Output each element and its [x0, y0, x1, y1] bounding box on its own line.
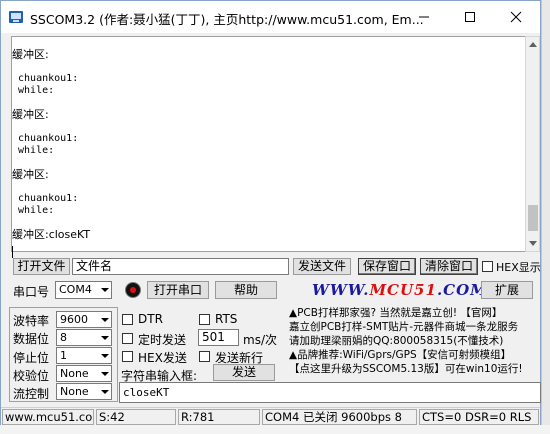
save-window-button[interactable]: 保存窗口 [358, 258, 416, 275]
parity-select[interactable]: None [56, 365, 112, 382]
scroll-thumb[interactable] [528, 205, 538, 231]
dtr-checkbox[interactable] [122, 314, 133, 325]
data-bits-select[interactable]: 8 [56, 329, 112, 346]
output-line: chuankou1: [12, 193, 79, 204]
output-scrollbar[interactable] [525, 36, 540, 252]
data-bits-value: 8 [60, 331, 67, 344]
promo-panel[interactable]: ▲PCB打样那家强? 当然就是嘉立创! 【官网】 嘉立创PCB打样-SMT贴片-… [289, 306, 541, 383]
background-window-edge [541, 0, 550, 434]
status-url[interactable]: www.mcu51.cor [2, 409, 94, 425]
brand-name: MCU51 [369, 281, 437, 299]
app-icon [9, 11, 23, 23]
port-select[interactable]: COM4 [55, 281, 112, 299]
chevron-down-icon [97, 366, 111, 381]
chevron-down-icon [97, 348, 111, 363]
text-caret [12, 246, 13, 258]
promo-line[interactable]: ▲PCB打样那家强? 当然就是嘉立创! 【官网】 [289, 306, 502, 320]
output-line: 缓冲区:closeKT [12, 228, 91, 241]
stop-bits-select[interactable]: 1 [56, 347, 112, 364]
promo-line[interactable]: 请加助理梁丽娟的QQ:800058315(不懂技术) [289, 334, 503, 348]
port-label: 串口号 [13, 285, 50, 299]
promo-line[interactable]: 嘉立创PCB打样-SMT贴片-元器件商城一条龙服务 [289, 320, 518, 334]
file-name-input[interactable]: 文件名 [72, 258, 289, 275]
sscom-window: SSCOM3.2 (作者:聂小猛(丁丁), 主页http://www.mcu51… [0, 0, 541, 425]
promo-line[interactable]: ▲品牌推荐:WiFi/Gprs/GPS【安信可射频模组】 [289, 348, 511, 362]
chevron-down-icon [97, 312, 111, 327]
status-bar: www.mcu51.cor S:42 R:781 COM4 已关闭 9600bp… [1, 407, 540, 425]
stop-bits-value: 1 [60, 349, 67, 362]
parity-label: 校验位 [13, 369, 50, 383]
data-bits-label: 数据位 [13, 332, 50, 346]
output-line: while: [12, 85, 55, 96]
flow-control-select[interactable]: None [56, 383, 112, 400]
send-file-button[interactable]: 发送文件 [293, 258, 351, 275]
chevron-down-icon [97, 330, 111, 345]
background-window-bottom [0, 425, 550, 434]
status-received-count: R:781 [178, 409, 260, 425]
output-line: chuankou1: [12, 133, 79, 144]
close-button[interactable] [493, 1, 539, 32]
dtr-label: DTR [138, 312, 163, 326]
minimize-button[interactable] [401, 1, 447, 32]
promo-line[interactable]: 【点这里升级为SSCOM5.13版】可在win10运行! [289, 362, 523, 376]
output-line: while: [12, 205, 55, 216]
hex-send-checkbox[interactable] [122, 351, 133, 362]
send-text-input[interactable]: closeKT [119, 382, 541, 403]
output-line: 缓冲区: [12, 168, 49, 181]
brand-link[interactable]: WWW.MCU51.COM [312, 281, 488, 299]
scroll-up-icon[interactable] [529, 42, 537, 47]
expand-button[interactable]: 扩展 [481, 281, 533, 299]
receive-output-area[interactable]: 缓冲区: chuankou1: while: 缓冲区: chuankou1: w… [11, 36, 526, 258]
output-line: chuankou1: [12, 73, 79, 84]
output-line: 缓冲区: [12, 108, 49, 121]
scroll-down-icon[interactable] [529, 241, 537, 246]
chevron-down-icon [97, 384, 111, 399]
hex-display-label: HEX显示 [496, 261, 541, 274]
timed-send-checkbox[interactable] [122, 333, 133, 344]
baud-select[interactable]: 9600 [56, 311, 112, 328]
open-file-button[interactable]: 打开文件 [13, 258, 70, 275]
clear-window-button[interactable]: 清除窗口 [420, 258, 478, 275]
help-button[interactable]: 帮助 [215, 281, 277, 299]
maximize-button[interactable] [447, 1, 493, 32]
output-line: while: [12, 145, 55, 156]
baud-value: 9600 [60, 313, 88, 326]
rts-label: RTS [215, 312, 238, 326]
parity-value: None [60, 367, 89, 380]
port-value: COM4 [59, 283, 92, 296]
interval-unit-label: ms/次 [243, 333, 277, 347]
flow-control-label: 流控制 [13, 387, 50, 401]
window-title: SSCOM3.2 (作者:聂小猛(丁丁), 主页http://www.mcu51… [30, 12, 424, 27]
brand-prefix: WWW. [312, 281, 370, 299]
status-signals: CTS=0 DSR=0 RLS [419, 409, 539, 425]
close-icon [510, 11, 522, 23]
hex-send-label: HEX发送 [138, 351, 187, 365]
output-line: 缓冲区: [12, 48, 49, 61]
hex-display-checkbox[interactable] [482, 261, 493, 272]
status-sent-count: S:42 [96, 409, 176, 425]
flow-control-value: None [60, 385, 89, 398]
send-newline-checkbox[interactable] [199, 351, 210, 362]
title-bar[interactable]: SSCOM3.2 (作者:聂小猛(丁丁), 主页http://www.mcu51… [1, 1, 540, 33]
minimize-icon [419, 16, 429, 18]
timed-send-label: 定时发送 [138, 333, 187, 347]
rts-checkbox[interactable] [199, 314, 210, 325]
open-port-button[interactable]: 打开串口 [147, 281, 209, 299]
stop-bits-label: 停止位 [13, 351, 50, 365]
maximize-icon [465, 12, 475, 22]
send-button[interactable]: 发送 [213, 364, 275, 381]
port-status-indicator [125, 282, 141, 298]
baud-label: 波特率 [13, 314, 50, 328]
chevron-down-icon [97, 282, 111, 298]
interval-input[interactable]: 501 [198, 329, 239, 346]
status-port-info: COM4 已关闭 9600bps 8 [262, 409, 417, 425]
